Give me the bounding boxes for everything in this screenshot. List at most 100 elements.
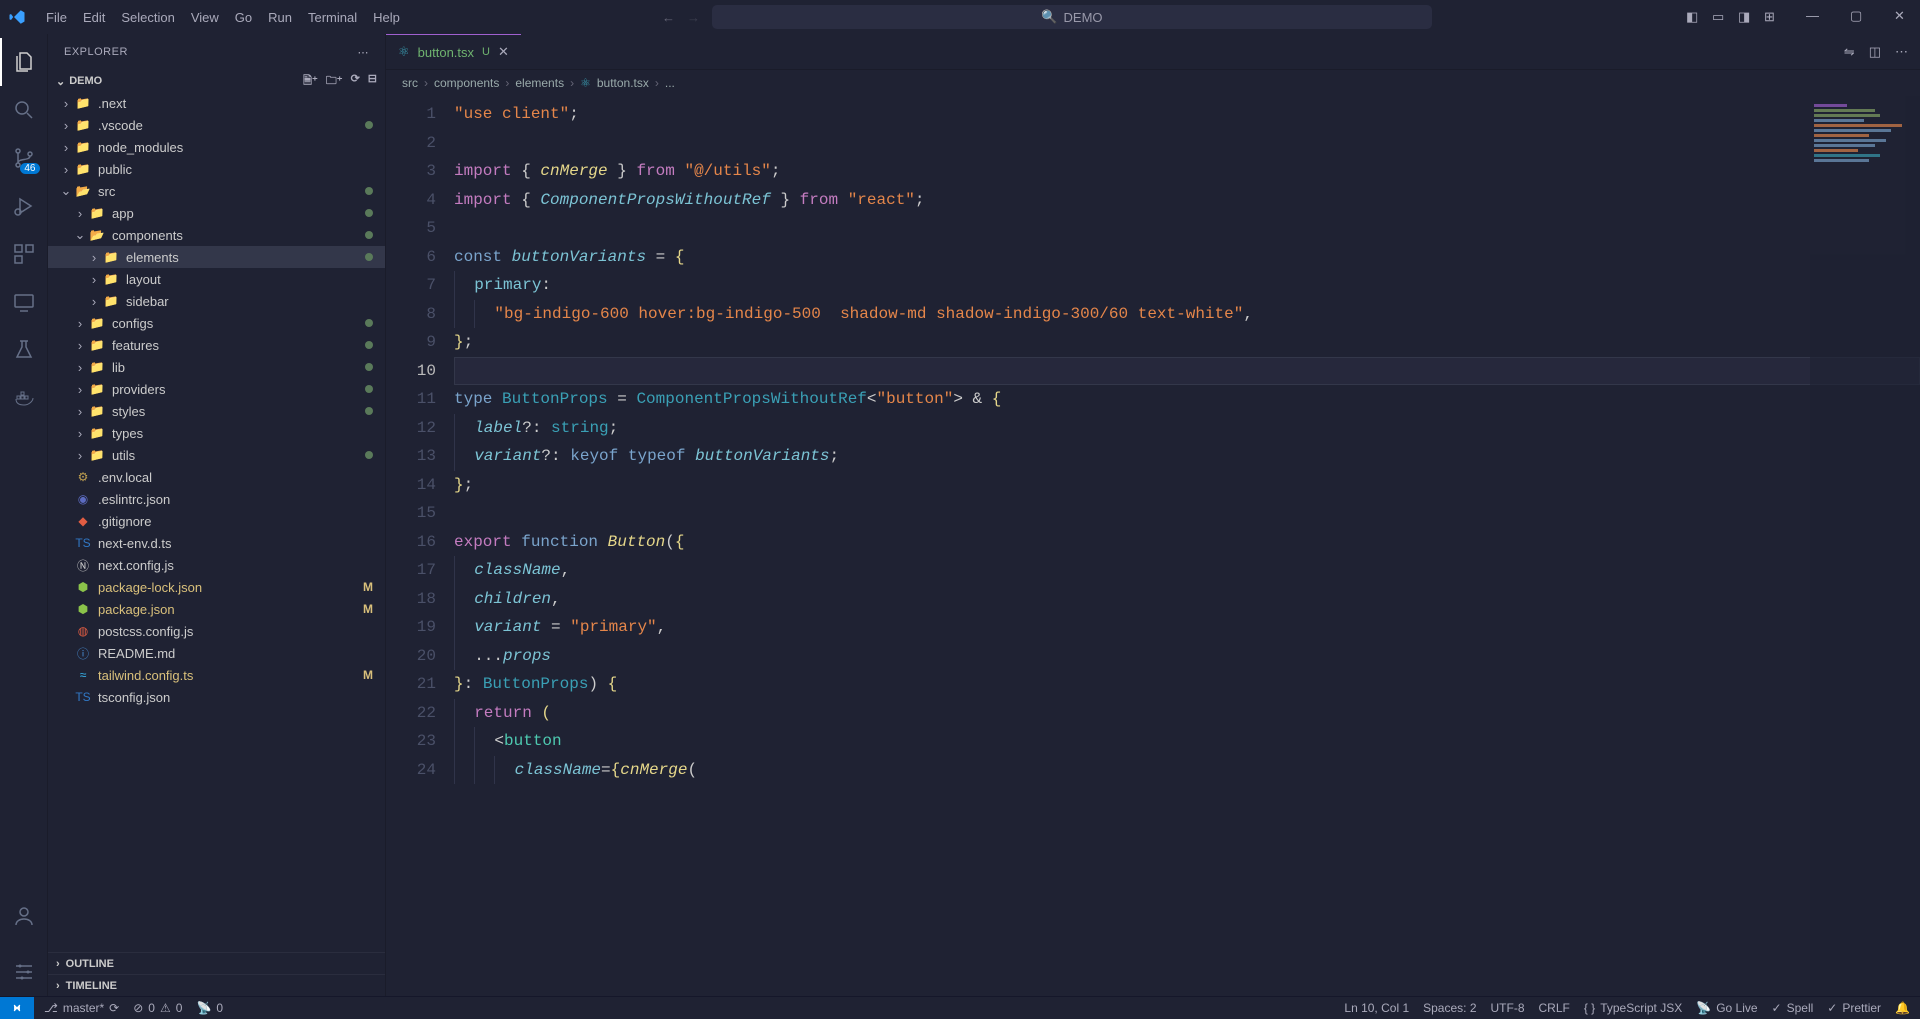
tree-file-package-lock-json[interactable]: ⬢package-lock.jsonM <box>48 576 385 598</box>
activity-source-control[interactable]: 46 <box>0 134 48 182</box>
activity-search[interactable] <box>0 86 48 134</box>
activity-testing[interactable] <box>0 326 48 374</box>
language-status[interactable]: { }TypeScript JSX <box>1584 1001 1682 1015</box>
code-line[interactable]: export function Button({ <box>454 528 1920 557</box>
code-line[interactable]: "bg-indigo-600 hover:bg-indigo-500 shado… <box>454 300 1920 329</box>
refresh-icon[interactable]: ⟳ <box>351 72 360 91</box>
code-line[interactable]: primary: <box>454 271 1920 300</box>
git-branch-status[interactable]: ⎇ master* ⟳ <box>44 1001 119 1015</box>
code-line[interactable] <box>454 499 1920 528</box>
tree-folder-components[interactable]: ⌄📂components <box>48 224 385 246</box>
code-line[interactable]: variant?: keyof typeof buttonVariants; <box>454 442 1920 471</box>
sync-icon[interactable]: ⟳ <box>109 1001 119 1015</box>
tree-folder-src[interactable]: ⌄📂src <box>48 180 385 202</box>
tree-folder--next[interactable]: ›📁.next <box>48 92 385 114</box>
nav-back-icon[interactable]: ← <box>662 10 675 25</box>
ports-status[interactable]: 📡0 <box>196 1001 223 1015</box>
activity-extensions[interactable] <box>0 230 48 278</box>
code-line[interactable]: }; <box>454 328 1920 357</box>
indent-status[interactable]: Spaces: 2 <box>1423 1001 1476 1015</box>
tree-file-package-json[interactable]: ⬢package.jsonM <box>48 598 385 620</box>
sidebar-more-icon[interactable]: ⋯ <box>358 46 370 59</box>
code-line[interactable] <box>454 214 1920 243</box>
tree-folder-app[interactable]: ›📁app <box>48 202 385 224</box>
menu-selection[interactable]: Selection <box>113 6 182 29</box>
activity-explorer[interactable] <box>0 38 48 86</box>
notifications-button[interactable]: 🔔 <box>1895 1001 1910 1015</box>
customize-layout-icon[interactable]: ⊞ <box>1764 9 1780 25</box>
code-editor[interactable]: "use client"; import { cnMerge } from "@… <box>446 96 1920 996</box>
code-line[interactable]: children, <box>454 585 1920 614</box>
window-maximize-icon[interactable]: ▢ <box>1850 8 1868 26</box>
tree-file-next-config-js[interactable]: Ⓝnext.config.js <box>48 554 385 576</box>
tree-folder-public[interactable]: ›📁public <box>48 158 385 180</box>
activity-settings[interactable] <box>0 948 48 996</box>
window-minimize-icon[interactable]: — <box>1806 8 1824 26</box>
tree-folder-node-modules[interactable]: ›📁node_modules <box>48 136 385 158</box>
layout-sidebar-right-icon[interactable]: ◨ <box>1738 9 1754 25</box>
tree-folder-providers[interactable]: ›📁providers <box>48 378 385 400</box>
code-line[interactable] <box>454 357 1920 386</box>
tree-file--eslintrc-json[interactable]: ◉.eslintrc.json <box>48 488 385 510</box>
new-file-icon[interactable]: 🗎⁺ <box>303 72 318 91</box>
tree-folder-sidebar[interactable]: ›📁sidebar <box>48 290 385 312</box>
code-line[interactable]: variant = "primary", <box>454 613 1920 642</box>
menu-go[interactable]: Go <box>227 6 260 29</box>
code-line[interactable]: <button <box>454 727 1920 756</box>
code-line[interactable]: return ( <box>454 699 1920 728</box>
crumb-components[interactable]: components <box>434 76 499 90</box>
tree-folder--vscode[interactable]: ›📁.vscode <box>48 114 385 136</box>
collapse-all-icon[interactable]: ⊟ <box>368 72 377 91</box>
tree-folder-features[interactable]: ›📁features <box>48 334 385 356</box>
layout-sidebar-left-icon[interactable]: ◧ <box>1686 9 1702 25</box>
tree-folder-utils[interactable]: ›📁utils <box>48 444 385 466</box>
new-folder-icon[interactable]: 🗀⁺ <box>326 72 343 91</box>
tree-file-tsconfig-json[interactable]: TStsconfig.json <box>48 686 385 708</box>
crumb-file[interactable]: button.tsx <box>597 76 649 90</box>
tree-file--gitignore[interactable]: ◆.gitignore <box>48 510 385 532</box>
menu-file[interactable]: File <box>38 6 75 29</box>
tree-folder-elements[interactable]: ›📁elements <box>48 246 385 268</box>
tree-folder-configs[interactable]: ›📁configs <box>48 312 385 334</box>
go-live-button[interactable]: 📡Go Live <box>1696 1001 1757 1015</box>
activity-remote[interactable] <box>0 278 48 326</box>
code-line[interactable]: const buttonVariants = { <box>454 243 1920 272</box>
crumb-src[interactable]: src <box>402 76 418 90</box>
menu-run[interactable]: Run <box>260 6 300 29</box>
project-root-row[interactable]: ⌄ DEMO 🗎⁺ 🗀⁺ ⟳ ⊟ <box>48 70 385 92</box>
tree-file-next-env-d-ts[interactable]: TSnext-env.d.ts <box>48 532 385 554</box>
breadcrumb[interactable]: src› components› elements› ⚛ button.tsx›… <box>386 70 1920 96</box>
code-line[interactable]: import { ComponentPropsWithoutRef } from… <box>454 186 1920 215</box>
tree-folder-lib[interactable]: ›📁lib <box>48 356 385 378</box>
activity-docker[interactable] <box>0 374 48 422</box>
code-line[interactable]: type ButtonProps = ComponentPropsWithout… <box>454 385 1920 414</box>
nav-forward-icon[interactable]: → <box>687 10 700 25</box>
cursor-position[interactable]: Ln 10, Col 1 <box>1344 1001 1409 1015</box>
menu-edit[interactable]: Edit <box>75 6 113 29</box>
crumb-symbol[interactable]: ... <box>665 76 675 90</box>
code-line[interactable]: className={cnMerge( <box>454 756 1920 785</box>
tree-folder-styles[interactable]: ›📁styles <box>48 400 385 422</box>
command-center-search[interactable]: 🔍 DEMO <box>712 5 1432 29</box>
encoding-status[interactable]: UTF-8 <box>1491 1001 1525 1015</box>
spell-status[interactable]: ✓Spell <box>1772 1001 1814 1015</box>
close-icon[interactable]: ✕ <box>498 44 509 60</box>
menu-help[interactable]: Help <box>365 6 408 29</box>
split-editor-icon[interactable]: ◫ <box>1869 44 1881 60</box>
layout-panel-bottom-icon[interactable]: ▭ <box>1712 9 1728 25</box>
prettier-status[interactable]: ✓Prettier <box>1827 1001 1881 1015</box>
code-line[interactable]: }; <box>454 471 1920 500</box>
window-close-icon[interactable]: ✕ <box>1894 8 1912 26</box>
tree-folder-layout[interactable]: ›📁layout <box>48 268 385 290</box>
problems-status[interactable]: ⊘0 ⚠0 <box>133 1001 182 1015</box>
tab-button-tsx[interactable]: ⚛ button.tsx U ✕ <box>386 34 521 69</box>
menu-terminal[interactable]: Terminal <box>300 6 365 29</box>
crumb-elements[interactable]: elements <box>515 76 564 90</box>
code-line[interactable]: label?: string; <box>454 414 1920 443</box>
activity-accounts[interactable] <box>0 892 48 940</box>
tree-file--env-local[interactable]: ⚙.env.local <box>48 466 385 488</box>
remote-window-button[interactable] <box>0 997 34 1019</box>
outline-section[interactable]: › OUTLINE <box>48 952 385 974</box>
editor-more-icon[interactable]: ⋯ <box>1895 44 1908 60</box>
code-line[interactable]: import { cnMerge } from "@/utils"; <box>454 157 1920 186</box>
